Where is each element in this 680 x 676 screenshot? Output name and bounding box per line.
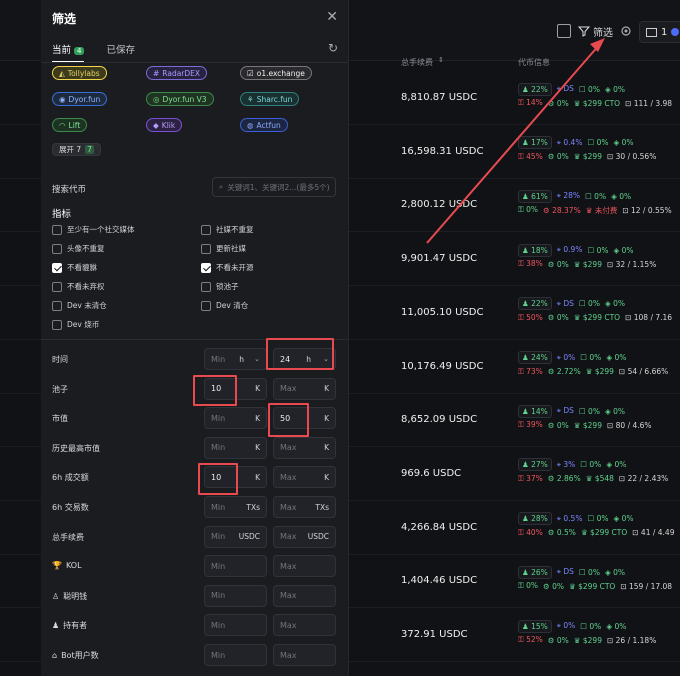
annotation-arrow <box>426 38 605 244</box>
